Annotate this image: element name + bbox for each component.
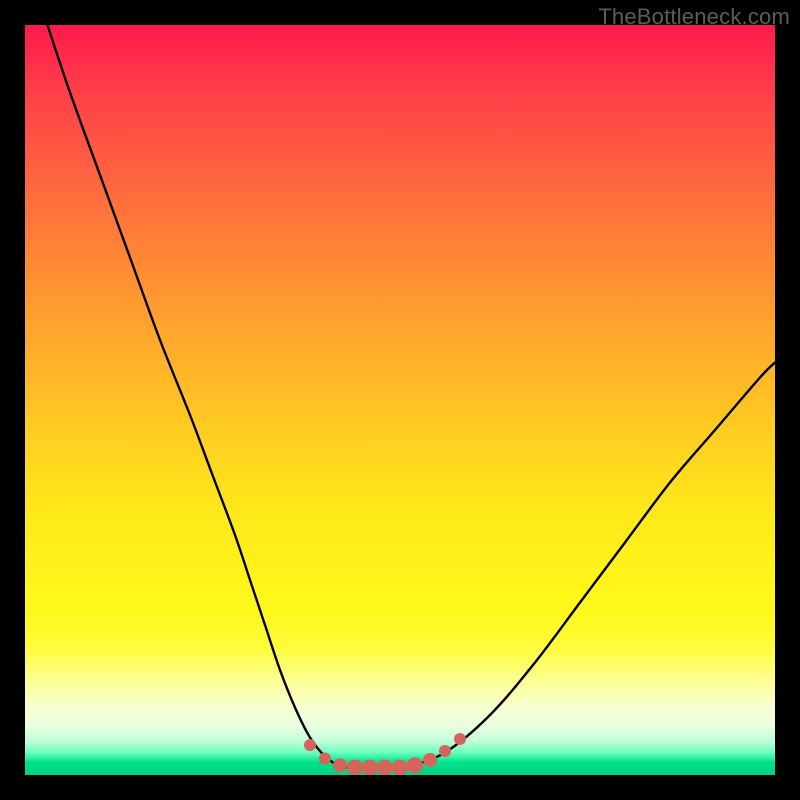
plot-area <box>25 25 775 775</box>
marker-dots <box>304 733 466 775</box>
marker-dot <box>454 733 466 745</box>
marker-dot <box>439 745 451 757</box>
marker-dot <box>304 739 316 751</box>
chart-svg <box>25 25 775 775</box>
marker-dot <box>347 760 363 776</box>
marker-dot <box>392 760 408 776</box>
marker-dot <box>333 758 347 772</box>
chart-frame: TheBottleneck.com <box>0 0 800 800</box>
bottleneck-curve <box>48 25 776 768</box>
marker-dot <box>423 753 437 767</box>
marker-dot <box>377 760 393 776</box>
marker-dot <box>362 760 378 776</box>
watermark-text: TheBottleneck.com <box>598 4 790 30</box>
marker-dot <box>319 753 331 765</box>
marker-dot <box>407 757 423 773</box>
curve-layer <box>48 25 776 768</box>
